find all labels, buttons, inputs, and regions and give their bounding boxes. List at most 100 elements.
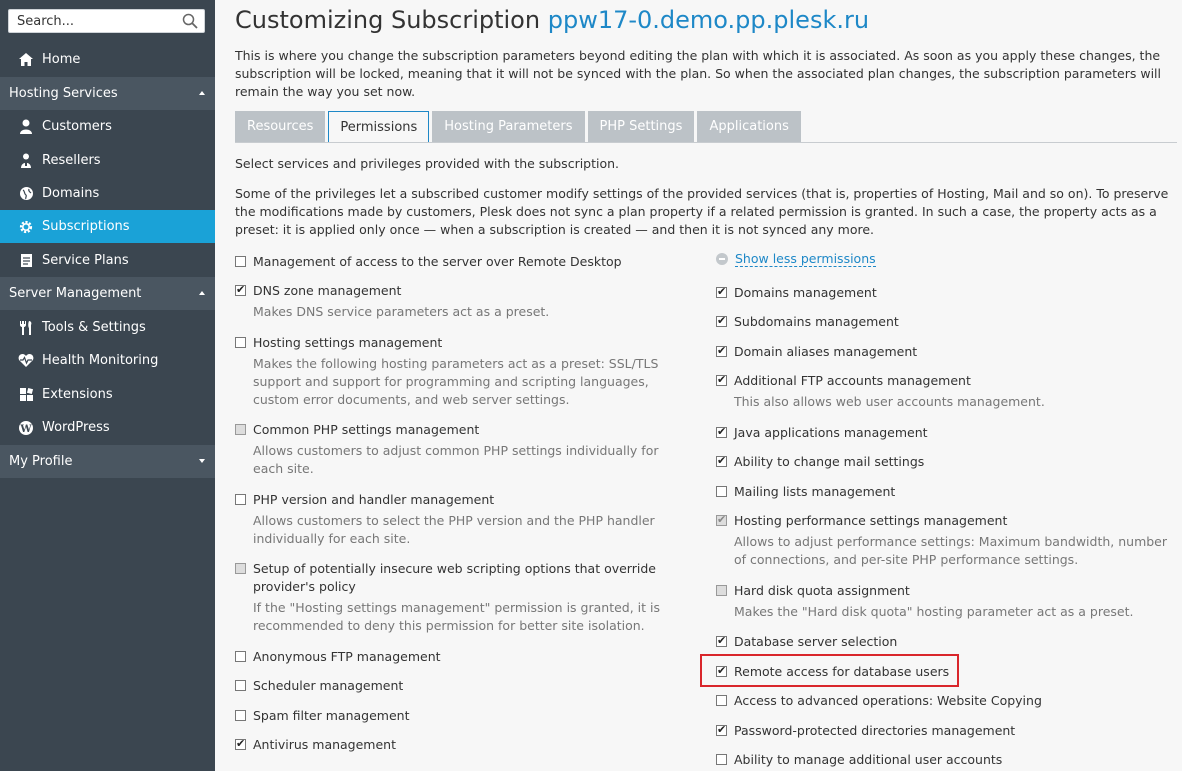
tab-permissions[interactable]: Permissions — [328, 111, 430, 143]
permission-checkbox[interactable] — [716, 511, 727, 529]
permission-checkbox[interactable] — [716, 312, 727, 330]
permission-label: Subdomains management — [734, 314, 899, 329]
permission-label: Setup of potentially insecure web script… — [253, 561, 656, 594]
permission-label: Ability to change mail settings — [734, 454, 925, 469]
title-domain-link[interactable]: ppw17-0.demo.pp.plesk.ru — [548, 6, 869, 34]
section-hosting-services[interactable]: Hosting Services — [0, 77, 215, 110]
permission-label: Mailing lists management — [734, 484, 896, 499]
permission-label: PHP version and handler management — [253, 492, 495, 507]
permission-checkbox[interactable] — [716, 632, 727, 650]
page-title: Customizing Subscription ppw17-0.demo.pp… — [235, 6, 869, 34]
permission-label: Common PHP settings management — [253, 422, 480, 437]
permission-description: Allows customers to adjust common PHP se… — [253, 443, 659, 476]
permission-checkbox[interactable] — [716, 486, 727, 497]
permission-label: DNS zone management — [253, 283, 402, 298]
search-icon[interactable] — [182, 13, 198, 33]
permission-item: Management of access to the server over … — [235, 253, 675, 271]
permission-label: Management of access to the server over … — [253, 254, 622, 269]
sidebar-item-label: Resellers — [42, 153, 101, 168]
section-label: Hosting Services — [9, 86, 118, 101]
sidebar-item-label: Customers — [42, 119, 112, 134]
sidebar-item-wordpress[interactable]: W WordPress — [0, 411, 215, 444]
gear-icon — [16, 217, 36, 237]
sidebar-item-resellers[interactable]: Resellers — [0, 144, 215, 177]
permission-checkbox[interactable] — [235, 424, 246, 435]
permission-checkbox[interactable] — [716, 754, 727, 765]
permission-label: Spam filter management — [253, 708, 410, 723]
document-icon — [16, 251, 36, 271]
permission-checkbox[interactable] — [716, 585, 727, 596]
sidebar-item-home[interactable]: Home — [0, 43, 215, 76]
permission-checkbox[interactable] — [235, 680, 246, 691]
collapse-icon — [716, 253, 728, 265]
permission-checkbox[interactable] — [235, 494, 246, 505]
permission-label: Domains management — [734, 285, 877, 300]
permission-label: Java applications management — [734, 425, 928, 440]
permission-label: Ability to manage additional user accoun… — [734, 752, 1003, 767]
permission-label: Hard disk quota assignment — [734, 583, 910, 598]
sidebar-item-health-monitoring[interactable]: Health Monitoring — [0, 344, 215, 377]
permission-item: Database server selection — [716, 632, 1166, 651]
svg-text:W: W — [19, 424, 32, 435]
permission-checkbox[interactable] — [716, 695, 727, 706]
permission-description: Allows customers to select the PHP versi… — [253, 513, 655, 546]
tab-hosting-parameters[interactable]: Hosting Parameters — [432, 111, 585, 142]
permission-item: Subdomains management — [716, 312, 1166, 331]
permission-label: Additional FTP accounts management — [734, 373, 971, 388]
tab-php-settings[interactable]: PHP Settings — [587, 111, 695, 142]
permission-item: Anonymous FTP management — [235, 648, 675, 666]
permission-checkbox[interactable] — [235, 651, 246, 662]
permission-item: Hosting settings management Makes the fol… — [235, 334, 690, 409]
permission-item: Hard disk quota assignment Makes the "Har… — [716, 582, 1166, 621]
permission-checkbox[interactable] — [235, 281, 246, 299]
permission-item: Password-protected directories managemen… — [716, 721, 1166, 740]
permission-checkbox[interactable] — [235, 337, 246, 348]
permission-description: Makes DNS service parameters act as a pr… — [253, 304, 550, 319]
permission-checkbox[interactable] — [235, 710, 246, 721]
permission-item: Scheduler management — [235, 677, 675, 695]
sidebar-item-domains[interactable]: Domains — [0, 177, 215, 210]
sidebar-item-label: Health Monitoring — [42, 353, 159, 368]
show-less-permissions[interactable]: Show less permissions — [716, 251, 876, 267]
permission-checkbox[interactable] — [235, 735, 246, 753]
tab-applications[interactable]: Applications — [697, 111, 801, 142]
tab-divider — [235, 142, 1177, 143]
sidebar-item-label: Domains — [42, 186, 100, 201]
permission-label: Hosting settings management — [253, 335, 443, 350]
search-box[interactable] — [8, 9, 205, 33]
show-less-link[interactable]: Show less permissions — [735, 251, 876, 267]
permission-checkbox[interactable] — [716, 423, 727, 441]
permission-checkbox[interactable] — [716, 452, 727, 470]
section-server-management[interactable]: Server Management — [0, 277, 215, 310]
permission-checkbox[interactable] — [716, 342, 727, 360]
permission-label: Anonymous FTP management — [253, 649, 441, 664]
sidebar-item-subscriptions[interactable]: Subscriptions — [0, 210, 215, 243]
permission-item: PHP version and handler management Allows… — [235, 491, 665, 548]
chevron-up-icon — [199, 291, 205, 295]
heart-icon — [16, 351, 36, 371]
tab-bar: Resources Permissions Hosting Parameters… — [235, 111, 804, 143]
permission-item: Access to advanced operations: Website C… — [716, 692, 1166, 710]
sidebar-item-label: Subscriptions — [42, 219, 130, 234]
permission-item: Additional FTP accounts management This a… — [716, 371, 1166, 411]
permission-checkbox[interactable] — [235, 563, 246, 574]
permission-checkbox[interactable] — [235, 256, 246, 267]
permission-checkbox[interactable] — [716, 721, 727, 739]
permission-checkbox[interactable] — [716, 371, 727, 389]
title-prefix: Customizing Subscription — [235, 6, 541, 34]
sidebar-item-extensions[interactable]: Extensions — [0, 378, 215, 411]
permissions-note: Some of the privileges let a subscribed … — [235, 186, 1169, 237]
permission-checkbox[interactable] — [716, 283, 727, 301]
sidebar-item-customers[interactable]: Customers — [0, 110, 215, 143]
section-my-profile[interactable]: My Profile — [0, 445, 215, 478]
wordpress-icon: W — [16, 418, 36, 438]
permission-item: Hosting performance settings management A… — [716, 511, 1171, 569]
tab-resources[interactable]: Resources — [235, 111, 326, 142]
permission-item: Common PHP settings management Allows cus… — [235, 421, 690, 478]
sidebar-item-service-plans[interactable]: Service Plans — [0, 244, 215, 277]
sidebar-item-tools-settings[interactable]: Tools & Settings — [0, 311, 215, 344]
search-input[interactable] — [9, 10, 177, 32]
permission-item: Mailing lists management — [716, 483, 1166, 501]
permission-item: Java applications management — [716, 423, 1166, 442]
permission-label: Database server selection — [734, 634, 898, 649]
